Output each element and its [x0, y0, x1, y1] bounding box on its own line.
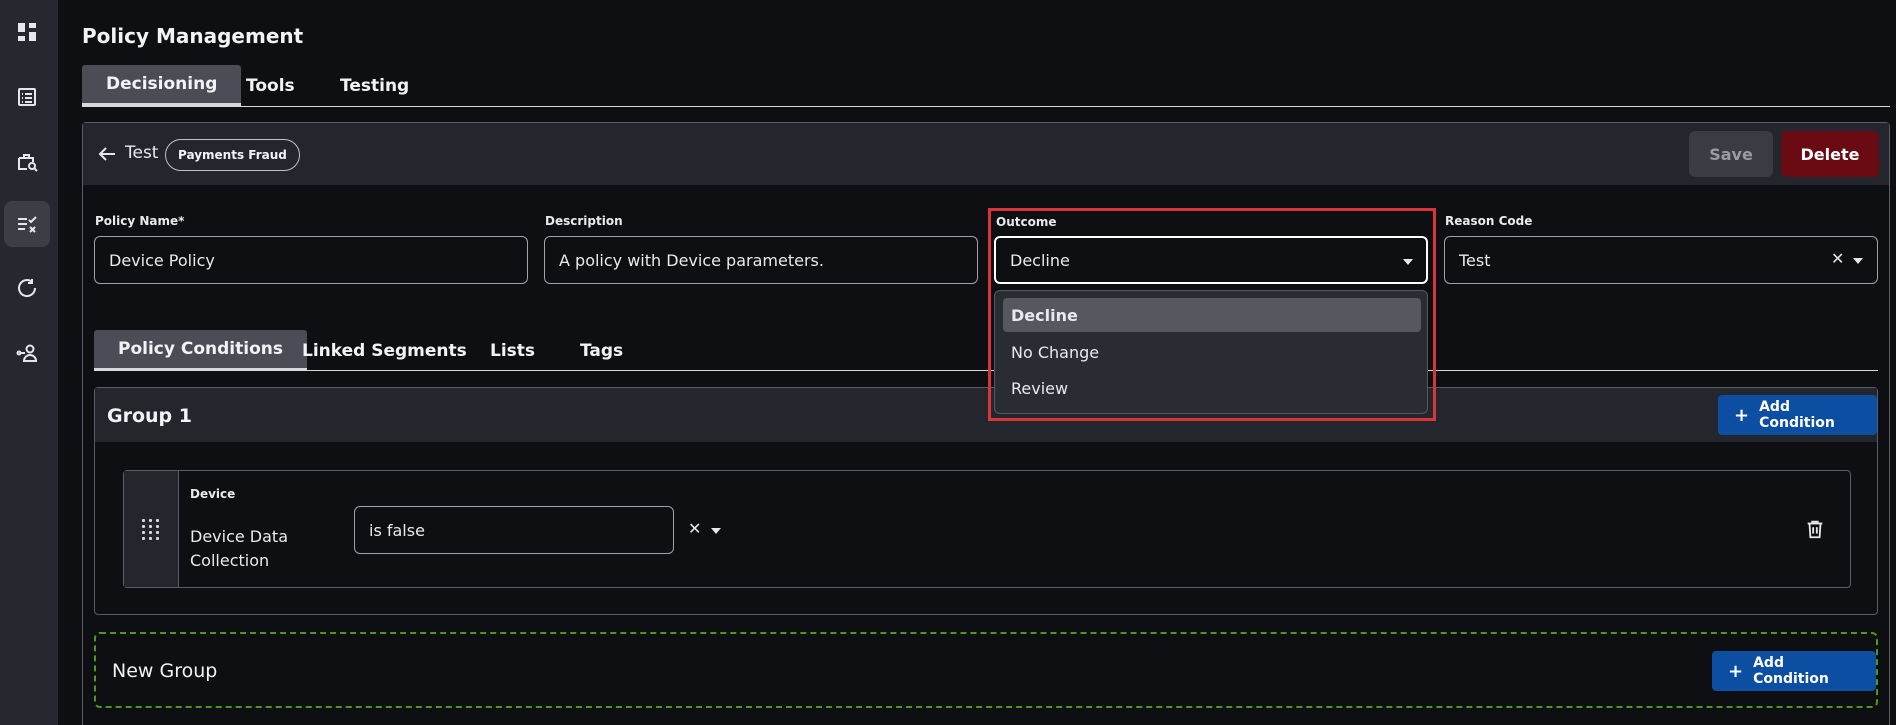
- new-group-title: New Group: [112, 660, 218, 682]
- outcome-option-review[interactable]: Review: [1003, 371, 1421, 405]
- condition-group: Group 1 + Add Condition Device Device Da…: [94, 387, 1878, 615]
- page-title: Policy Management: [82, 24, 304, 48]
- sidebar-item-rules[interactable]: [4, 201, 50, 247]
- save-button[interactable]: Save: [1689, 131, 1773, 177]
- delete-button[interactable]: Delete: [1781, 131, 1879, 177]
- condition-operator-value: is false: [369, 520, 425, 540]
- policy-name-field[interactable]: Device Policy: [94, 236, 528, 284]
- sidebar: [0, 0, 58, 725]
- sidebar-item-list[interactable]: [4, 74, 50, 120]
- plus-icon: +: [1728, 660, 1744, 682]
- tab-linked-segments[interactable]: Linked Segments: [278, 330, 491, 371]
- policy-name-value: Device Policy: [109, 250, 215, 270]
- policy-name-label: Policy Name*: [95, 214, 185, 228]
- tab-policy-conditions[interactable]: Policy Conditions: [94, 330, 307, 371]
- drag-handle-icon[interactable]: [124, 471, 179, 587]
- tab-tools[interactable]: Tools: [222, 65, 319, 106]
- tab-testing[interactable]: Testing: [316, 65, 433, 106]
- group-header: Group 1 + Add Condition: [95, 388, 1877, 442]
- plus-icon: +: [1734, 404, 1750, 426]
- back-arrow-icon[interactable]: [95, 142, 119, 166]
- add-condition-button[interactable]: + Add Condition: [1718, 395, 1877, 435]
- list-icon: [18, 88, 36, 106]
- reason-code-select[interactable]: Test ✕: [1444, 236, 1878, 284]
- policy-header: Test Payments Fraud Save Delete: [83, 123, 1889, 185]
- tab-decisioning[interactable]: Decisioning: [82, 65, 242, 106]
- sidebar-item-refresh[interactable]: [4, 265, 50, 311]
- outcome-option-decline[interactable]: Decline: [1003, 298, 1421, 332]
- add-condition-label: Add Condition: [1753, 655, 1829, 687]
- refresh-icon: [18, 279, 37, 297]
- policy-header-name: Test: [125, 143, 159, 163]
- description-label: Description: [545, 214, 623, 228]
- tab-tags[interactable]: Tags: [556, 330, 647, 371]
- chevron-down-icon[interactable]: [1853, 258, 1863, 264]
- condition-operator-select[interactable]: is false ✕: [354, 506, 721, 554]
- add-condition-button[interactable]: + Add Condition: [1712, 651, 1876, 691]
- sidebar-item-users[interactable]: [4, 330, 50, 376]
- sidebar-item-dashboard[interactable]: [4, 9, 50, 55]
- add-condition-label: Add Condition: [1759, 399, 1835, 431]
- clear-icon[interactable]: ✕: [688, 519, 701, 538]
- clear-icon[interactable]: ✕: [1831, 249, 1844, 268]
- description-field[interactable]: A policy with Device parameters.: [544, 236, 978, 284]
- briefcase-search-icon: [18, 154, 38, 172]
- sub-tabs: Policy Conditions Linked Segments Lists …: [94, 330, 1878, 371]
- condition-name: Device Data Collection: [190, 527, 289, 570]
- chevron-down-icon[interactable]: [711, 528, 721, 534]
- reason-code-label: Reason Code: [1445, 214, 1533, 228]
- rules-icon: [18, 216, 37, 233]
- condition-category: Device: [190, 487, 236, 501]
- category-chip: Payments Fraud: [165, 139, 300, 171]
- user-link-icon: [16, 344, 38, 362]
- reason-code-value: Test: [1459, 250, 1491, 270]
- outcome-option-no-change[interactable]: No Change: [1003, 335, 1421, 369]
- tab-lists[interactable]: Lists: [466, 330, 559, 371]
- top-tabs: Decisioning Tools Testing: [82, 65, 1890, 107]
- dashboard-icon: [18, 23, 36, 41]
- group-title: Group 1: [107, 405, 192, 427]
- new-group: New Group + Add Condition: [94, 632, 1878, 708]
- sidebar-item-case-search[interactable]: [4, 139, 50, 185]
- trash-icon[interactable]: [1804, 518, 1826, 540]
- description-value: A policy with Device parameters.: [559, 250, 824, 270]
- outcome-dropdown-menu: Decline No Change Review: [994, 290, 1428, 414]
- condition-row: Device Device Data Collection is false ✕: [123, 470, 1851, 588]
